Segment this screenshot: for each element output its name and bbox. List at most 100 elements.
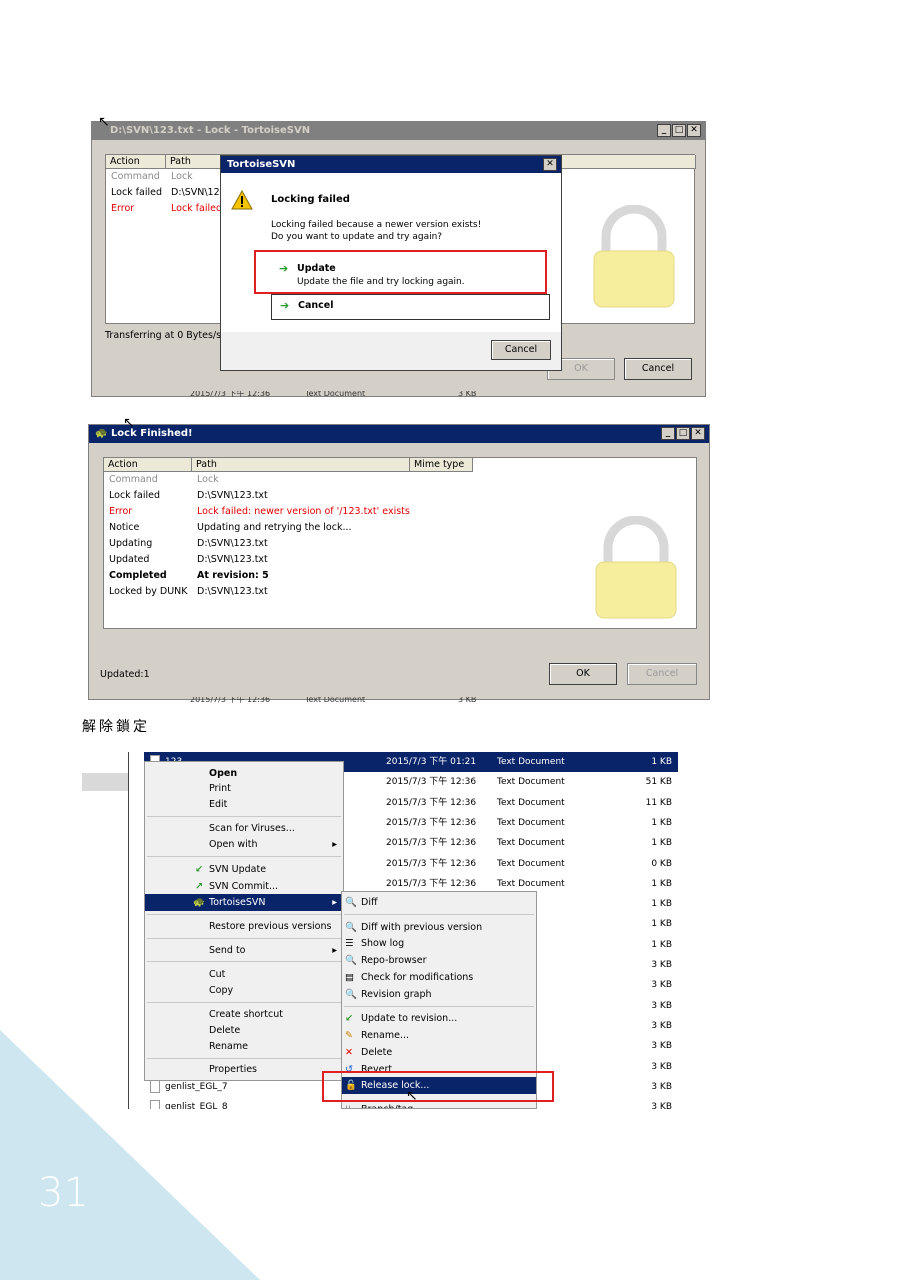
menu-item-edit[interactable]: Edit xyxy=(145,796,343,813)
behind-date: 2015/7/3 下午 12:36 xyxy=(190,391,271,398)
submenu-item-diff[interactable]: 🔍 Diff xyxy=(342,894,536,911)
menu-separator xyxy=(147,1002,341,1003)
row-path: Lock failed: newer version of '/123.txt'… xyxy=(197,506,410,517)
menu-item-open-with[interactable]: Open with ▸ xyxy=(145,836,343,853)
menu-separator xyxy=(344,1006,534,1007)
minimize-icon[interactable]: _ xyxy=(661,427,675,440)
file-date: 2015/7/3 下午 12:36 xyxy=(386,797,477,808)
submenu-item-show-log[interactable]: ☰ Show log xyxy=(342,935,536,952)
page-number: 31 xyxy=(38,1170,89,1216)
submenu-item-repo-browser[interactable]: 🔍 Repo-browser xyxy=(342,952,536,969)
menu-label: Restore previous versions xyxy=(209,921,332,932)
submenu-item-check-mod[interactable]: ▤ Check for modifications xyxy=(342,969,536,986)
file-type: Text Document xyxy=(497,838,565,849)
lock-finished-titlebar[interactable]: 🐢 Lock Finished! _ □ ✕ xyxy=(89,425,709,443)
behind-row-strip: 2015/7/3 下午 12:36 Text Document 3 KB xyxy=(190,697,490,705)
svn-update-icon: ↙ xyxy=(195,864,203,875)
list-row: Lock failed D:\SVN\123.txt xyxy=(104,488,696,504)
file-type: Text Document xyxy=(497,817,565,828)
warning-icon xyxy=(231,190,253,210)
column-header-path[interactable]: Path xyxy=(192,458,410,472)
behind-type: Text Document xyxy=(305,697,366,704)
delete-icon: ✕ xyxy=(345,1047,353,1058)
menu-item-scan[interactable]: Scan for Viruses... xyxy=(145,820,343,837)
menu-item-create-shortcut[interactable]: Create shortcut xyxy=(145,1006,343,1023)
cancel-button[interactable]: Cancel xyxy=(624,358,692,380)
file-size: 1 KB xyxy=(651,899,672,910)
rename-icon: ✎ xyxy=(345,1030,353,1041)
menu-label: Revision graph xyxy=(361,989,432,1000)
column-header-mime[interactable]: Mime type xyxy=(410,458,473,472)
menu-item-restore[interactable]: Restore previous versions xyxy=(145,918,343,935)
menu-item-copy[interactable]: Copy xyxy=(145,982,343,999)
close-icon[interactable]: ✕ xyxy=(687,124,701,137)
menu-item-cut[interactable]: Cut xyxy=(145,966,343,983)
column-header-action[interactable]: Action xyxy=(104,458,192,472)
menu-separator xyxy=(344,914,534,915)
submenu-arrow-icon: ▸ xyxy=(332,945,337,956)
file-size: 11 KB xyxy=(645,797,672,808)
row-action: Command xyxy=(111,171,160,182)
submenu-item-diff-prev[interactable]: 🔍 Diff with previous version xyxy=(342,919,536,936)
cursor-icon: ↖ xyxy=(406,1088,418,1104)
dialog-cancel-button[interactable]: Cancel xyxy=(491,340,551,360)
file-type: Text Document xyxy=(497,858,565,869)
row-action: Lock failed xyxy=(109,490,161,501)
file-date: 2015/7/3 下午 12:36 xyxy=(386,838,477,849)
column-header-action[interactable]: Action xyxy=(106,155,166,169)
maximize-icon[interactable]: □ xyxy=(672,124,686,137)
lock-window-titlebar[interactable]: D:\SVN\123.txt - Lock - TortoiseSVN _ □ … xyxy=(92,122,705,140)
row-action: Locked by DUNK xyxy=(109,586,188,597)
submenu-item-rename[interactable]: ✎ Rename... xyxy=(342,1027,536,1044)
submenu-item-branch-tag[interactable]: ⑂Branch/tag... xyxy=(342,1101,536,1108)
menu-separator xyxy=(147,856,341,857)
menu-item-svn-commit[interactable]: ↗ SVN Commit... xyxy=(145,878,343,895)
behind-size: 3 KB xyxy=(458,697,477,704)
submenu-item-update-rev[interactable]: ↙ Update to revision... xyxy=(342,1010,536,1027)
file-size: 3 KB xyxy=(651,980,672,991)
file-date: 2015/7/3 下午 12:36 xyxy=(386,817,477,828)
submenu-arrow-icon: ▸ xyxy=(332,897,337,908)
dialog-heading: Locking failed xyxy=(271,194,350,205)
file-size: 1 KB xyxy=(651,919,672,930)
tortoisesvn-icon: 🐢 xyxy=(193,897,205,908)
menu-separator xyxy=(147,914,341,915)
close-icon[interactable]: ✕ xyxy=(691,427,705,440)
menu-item-tortoisesvn[interactable]: 🐢 TortoiseSVN ▸ xyxy=(145,894,343,911)
lock-finished-log-list[interactable]: Action Path Mime type Command Lock Lock fa… xyxy=(103,457,697,629)
file-date: 2015/7/3 下午 01:21 xyxy=(386,757,477,767)
menu-item-send-to[interactable]: Send to ▸ xyxy=(145,942,343,959)
menu-separator xyxy=(147,938,341,939)
menu-item-svn-update[interactable]: ↙ SVN Update xyxy=(145,861,343,878)
minimize-icon[interactable]: _ xyxy=(657,124,671,137)
row-path: D:\SVN\123.txt xyxy=(197,554,268,565)
menu-label: Diff with previous version xyxy=(361,922,483,933)
explorer-left-strip xyxy=(82,773,128,791)
ok-button[interactable]: OK xyxy=(549,663,617,685)
file-type: Text Document xyxy=(497,777,565,788)
menu-label: Edit xyxy=(209,799,228,810)
row-path: Lock failed xyxy=(171,203,223,214)
file-type: Text Document xyxy=(497,757,565,767)
submenu-item-rev-graph[interactable]: 🔍 Revision graph xyxy=(342,986,536,1003)
menu-label: Check for modifications xyxy=(361,972,474,983)
file-type: Text Document xyxy=(497,797,565,808)
check-modifications-icon: ▤ xyxy=(345,972,354,983)
row-path: D:\SVN\123.txt xyxy=(197,490,268,501)
behind-row-strip: 2015/7/3 下午 12:36 Text Document 3 KB xyxy=(190,391,490,399)
cancel-option[interactable]: ➔ Cancel xyxy=(271,294,550,320)
green-arrow-icon: ➔ xyxy=(280,299,290,312)
maximize-icon[interactable]: □ xyxy=(676,427,690,440)
dialog-titlebar[interactable]: TortoiseSVN ✕ xyxy=(221,156,561,173)
menu-label: Cut xyxy=(209,969,226,980)
file-size: 3 KB xyxy=(651,1020,672,1031)
document-page: D:\SVN\123.txt - Lock - TortoiseSVN _ □ … xyxy=(0,0,906,1280)
close-icon[interactable]: ✕ xyxy=(543,158,557,171)
cancel-button[interactable]: Cancel xyxy=(627,663,697,685)
menu-item-print[interactable]: Print xyxy=(145,780,343,797)
menu-label: Scan for Viruses... xyxy=(209,823,295,834)
file-size: 3 KB xyxy=(651,1061,672,1072)
behind-type: Text Document xyxy=(305,391,366,398)
submenu-item-delete[interactable]: ✕ Delete xyxy=(342,1044,536,1061)
row-action: Notice xyxy=(109,522,140,533)
